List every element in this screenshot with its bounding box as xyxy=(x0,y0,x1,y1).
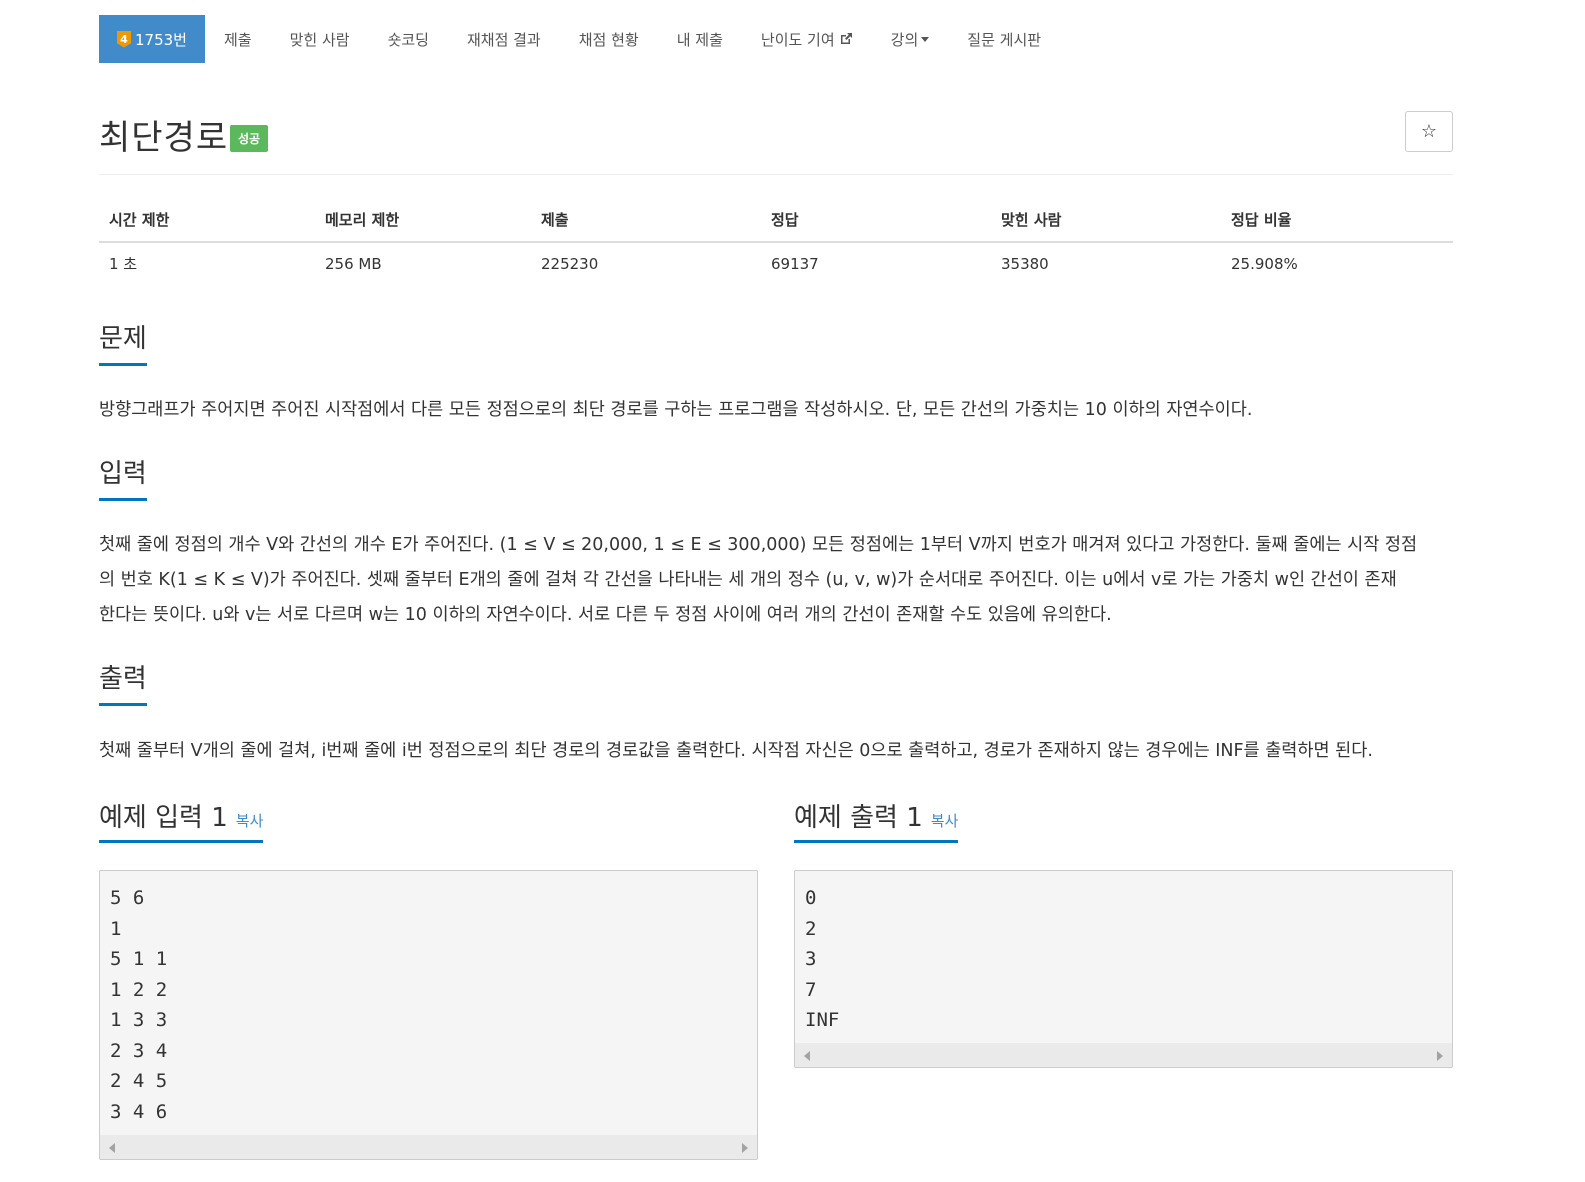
section-input-header: 입력 xyxy=(99,453,1453,501)
tier-badge-icon: 4 xyxy=(117,30,131,48)
section-output-header: 출력 xyxy=(99,658,1453,706)
table-header-row: 시간 제한 메모리 제한 제출 정답 맞힌 사람 정답 비율 xyxy=(99,198,1453,243)
col-header-accepted: 정답 xyxy=(761,198,991,243)
nav-lectures-dropdown[interactable]: 강의 xyxy=(872,15,949,63)
external-link-icon xyxy=(840,33,852,44)
code-line: 2 4 5 xyxy=(110,1070,168,1092)
code-line: 0 xyxy=(805,887,817,909)
scroll-right-icon[interactable] xyxy=(1437,1051,1443,1061)
nav-label: 숏코딩 xyxy=(387,30,429,49)
caret-down-icon xyxy=(921,36,930,42)
problem-description: 방향그래프가 주어지면 주어진 시작점에서 다른 모든 정점으로의 최단 경로를… xyxy=(99,400,1253,420)
scroll-right-icon[interactable] xyxy=(742,1143,748,1153)
col-header-solved-users: 맞힌 사람 xyxy=(991,198,1221,243)
copy-button[interactable]: 복사 xyxy=(236,812,264,830)
title-divider xyxy=(99,174,1453,175)
code-line: 5 6 xyxy=(110,887,145,909)
code-line: 5 1 1 xyxy=(110,948,168,970)
nav-problem-number[interactable]: 4 1753번 xyxy=(99,15,205,63)
nav-label: 채점 현황 xyxy=(578,30,639,49)
sample-output-section: 예제 출력 1 복사 xyxy=(794,797,1453,843)
text-line: 의 번호 K(1 ≤ K ≤ V)가 주어진다. 셋째 줄부터 E개의 줄에 걸… xyxy=(99,570,1397,590)
sample-heading-wrap: 예제 입력 1 복사 xyxy=(99,797,264,843)
sample-heading: 예제 출력 1 xyxy=(794,803,923,833)
section-heading: 문제 xyxy=(99,318,147,366)
section-description-header: 문제 xyxy=(99,318,1453,366)
nav-qna-board[interactable]: 질문 게시판 xyxy=(948,15,1060,63)
section-divider xyxy=(99,704,1453,705)
nav-my-submissions[interactable]: 내 제출 xyxy=(658,15,742,63)
nav-label: 난이도 기여 xyxy=(760,30,835,49)
col-header-memory-limit: 메모리 제한 xyxy=(315,198,531,243)
nav-label: 질문 게시판 xyxy=(967,30,1042,49)
status-badge: 성공 xyxy=(230,125,269,152)
nav-solved-users[interactable]: 맞힌 사람 xyxy=(271,15,369,63)
nav-rejudge-results[interactable]: 재채점 결과 xyxy=(448,15,560,63)
code-line: INF xyxy=(805,1009,840,1031)
star-icon: ☆ xyxy=(1420,121,1438,142)
accepted-value: 69137 xyxy=(771,254,819,273)
code-line: 1 3 3 xyxy=(110,1009,168,1031)
favorite-button[interactable]: ☆ xyxy=(1405,111,1453,152)
submissions-value: 225230 xyxy=(541,254,599,273)
sample-output-box[interactable]: 0 2 3 7 INF xyxy=(794,870,1453,1068)
nav-label: 강의 xyxy=(890,30,919,49)
nav-label: 내 제출 xyxy=(676,30,723,49)
sample-input-section: 예제 입력 1 복사 xyxy=(99,797,758,843)
code-line: 3 xyxy=(805,948,817,970)
nav-difficulty-contribution[interactable]: 난이도 기여 xyxy=(742,15,872,63)
section-heading: 출력 xyxy=(99,658,147,706)
scroll-left-icon[interactable] xyxy=(109,1143,115,1153)
sample-input-code: 5 6 1 5 1 1 1 2 2 1 3 3 2 3 4 2 4 5 3 4 … xyxy=(100,871,757,1127)
col-header-time-limit: 시간 제한 xyxy=(99,198,315,243)
scroll-left-icon[interactable] xyxy=(804,1051,810,1061)
nav-label: 재채점 결과 xyxy=(466,30,541,49)
code-line: 7 xyxy=(805,978,817,1001)
nav-label: 맞힌 사람 xyxy=(289,30,350,49)
sample-input-box[interactable]: 5 6 1 5 1 1 1 2 2 1 3 3 2 3 4 2 4 5 3 4 … xyxy=(99,870,758,1160)
sample-output-header: 예제 출력 1 복사 xyxy=(794,797,1453,843)
nav-judge-status[interactable]: 채점 현황 xyxy=(560,15,658,63)
section-heading: 입력 xyxy=(99,453,147,501)
horizontal-scrollbar[interactable] xyxy=(795,1043,1452,1067)
problem-nav: 4 1753번 제출 맞힌 사람 숏코딩 재채점 결과 채점 현황 내 제출 난… xyxy=(99,15,1060,63)
memory-limit-value: 256 MB xyxy=(325,254,382,273)
time-limit-value: 1 초 xyxy=(109,255,138,273)
col-header-accept-ratio: 정답 비율 xyxy=(1221,198,1453,243)
sample-output-code: 0 2 3 7 INF xyxy=(795,871,1452,1036)
nav-submit[interactable]: 제출 xyxy=(205,15,271,63)
problem-title-row: 최단경로 성공 ☆ xyxy=(99,108,1453,158)
output-description: 첫째 줄부터 V개의 줄에 걸쳐, i번째 줄에 i번 정점으로의 최단 경로의… xyxy=(99,741,1373,761)
section-divider xyxy=(99,499,1453,500)
horizontal-scrollbar[interactable] xyxy=(100,1135,757,1159)
input-description: 첫째 줄에 정점의 개수 V와 간선의 개수 E가 주어진다. (1 ≤ V ≤… xyxy=(99,528,1453,633)
text-line: 한다는 뜻이다. u와 v는 서로 다르며 w는 10 이하의 자연수이다. 서… xyxy=(99,605,1112,625)
nav-short-coding[interactable]: 숏코딩 xyxy=(369,15,448,63)
problem-info-table: 시간 제한 메모리 제한 제출 정답 맞힌 사람 정답 비율 1 초 256 M… xyxy=(99,198,1453,284)
section-divider xyxy=(99,364,1453,365)
sample-heading-wrap: 예제 출력 1 복사 xyxy=(794,797,959,843)
copy-button[interactable]: 복사 xyxy=(931,812,959,830)
nav-label: 제출 xyxy=(223,30,252,49)
accept-ratio-value: 25.908% xyxy=(1231,254,1298,273)
table-row: 1 초 256 MB 225230 69137 35380 25.908% xyxy=(99,242,1453,284)
text-line: 첫째 줄에 정점의 개수 V와 간선의 개수 E가 주어진다. (1 ≤ V ≤… xyxy=(99,535,1418,555)
sample-input-header: 예제 입력 1 복사 xyxy=(99,797,758,843)
code-line: 2 xyxy=(805,917,817,940)
nav-label: 1753번 xyxy=(135,30,187,49)
code-line: 2 3 4 xyxy=(110,1039,168,1062)
col-header-submissions: 제출 xyxy=(531,198,761,243)
code-line: 1 2 2 xyxy=(110,978,168,1001)
solved-users-value: 35380 xyxy=(1001,254,1049,273)
code-line: 3 4 6 xyxy=(110,1100,168,1123)
code-line: 1 xyxy=(110,917,122,940)
sample-heading: 예제 입력 1 xyxy=(99,803,228,833)
page-title: 최단경로 xyxy=(99,118,229,158)
